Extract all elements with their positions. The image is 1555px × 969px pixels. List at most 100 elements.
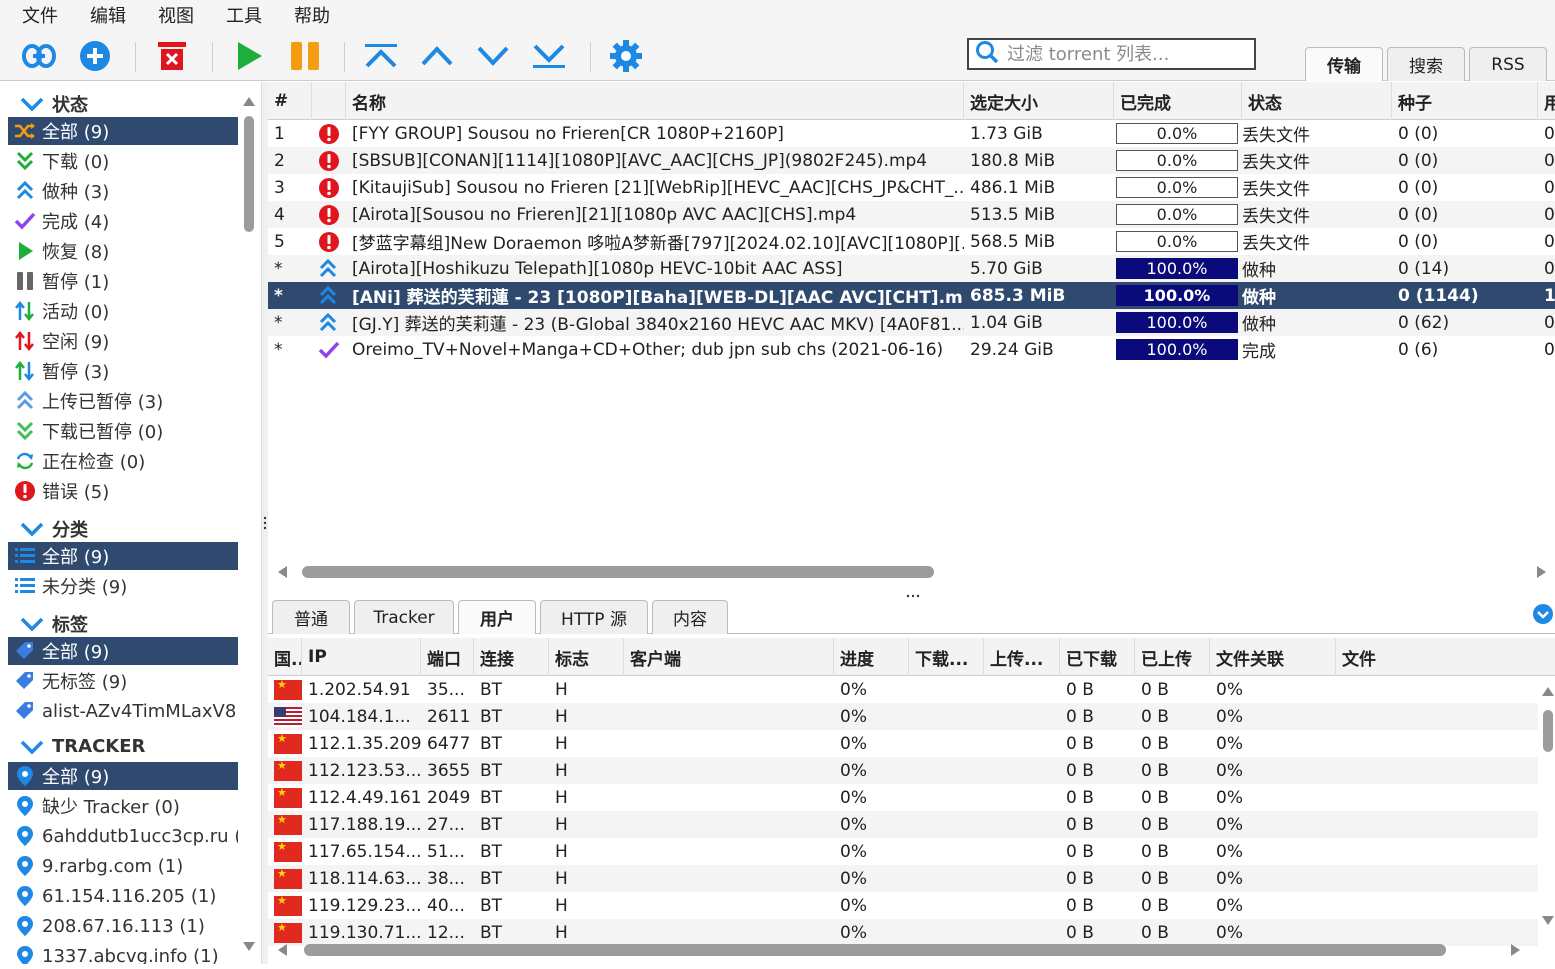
col-status-icon[interactable] [312,82,346,120]
sidebar-item-tracker[interactable]: 全部 (9) [8,762,238,790]
sidebar-item-status[interactable]: 活动 (0) [8,297,238,325]
tab-content[interactable]: 内容 [652,600,728,634]
scroll-thumb[interactable] [302,566,934,578]
col-port[interactable]: 端口 [421,638,474,676]
tab-trackers[interactable]: Tracker [354,600,454,634]
peer-row[interactable]: 1.202.54.91 35... BT H 0% 0 B 0 B 0% [268,676,1538,703]
scroll-thumb[interactable] [304,944,1446,956]
peer-row[interactable]: 117.188.19... 27... BT H 0% 0 B 0 B 0% [268,811,1538,838]
torrent-row[interactable]: 5 [梦蓝字幕组]New Doraemon 哆啦A梦新番[797][2024.02… [268,228,1555,255]
tab-http-sources[interactable]: HTTP 源 [540,600,648,634]
menu-tools[interactable]: 工具 [226,2,262,28]
section-category[interactable]: 分类 [20,516,88,542]
peer-row[interactable]: 112.123.53... 3655 BT H 0% 0 B 0 B 0% [268,757,1538,784]
torrent-row[interactable]: 3 [KitaujiSub] Sousou no Frieren [21][Web… [268,174,1555,201]
tab-search[interactable]: 搜索 [1387,47,1465,81]
collapse-panel-icon[interactable] [1532,603,1554,625]
sidebar-item-category[interactable]: 全部 (9) [8,542,238,570]
sidebar-item-status[interactable]: 正在检查 (0) [8,447,238,475]
move-top-icon[interactable] [363,38,399,74]
torrent-row[interactable]: * [GJ.Y] 葬送的芙莉蓮 - 23 (B-Global 3840x2160 … [268,309,1555,336]
sidebar-item-category[interactable]: 未分类 (9) [8,572,238,600]
col-extra[interactable]: 用 [1538,82,1555,120]
peer-row[interactable]: 112.1.35.209 6477 BT H 0% 0 B 0 B 0% [268,730,1538,757]
menu-file[interactable]: 文件 [22,2,58,28]
col-files[interactable]: 文件 [1336,638,1555,676]
sidebar-item-status[interactable]: 暂停 (1) [8,267,238,295]
col-name[interactable]: 名称 [346,82,964,120]
settings-icon[interactable] [608,38,644,74]
col-flags[interactable]: 标志 [549,638,624,676]
sidebar-item-status[interactable]: 空闲 (9) [8,327,238,355]
col-progress[interactable]: 已完成 [1114,82,1242,120]
col-relevance[interactable]: 文件关联 [1210,638,1336,676]
sidebar-item-status[interactable]: 恢复 (8) [8,237,238,265]
col-downloaded[interactable]: 已下载 [1060,638,1135,676]
pause-icon[interactable] [287,38,323,74]
add-torrent-icon[interactable] [77,38,113,74]
col-client[interactable]: 客户端 [624,638,834,676]
sidebar-item-tag[interactable]: alist-AZv4TimMLaxV8... [8,697,238,725]
move-down-icon[interactable] [475,38,511,74]
sidebar-item-tracker[interactable]: 缺少 Tracker (0) [8,792,238,820]
torrent-row[interactable]: 1 [FYY GROUP] Sousou no Frieren[CR 1080P+… [268,120,1555,147]
peer-row[interactable]: 104.184.1... 2611 BT H 0% 0 B 0 B 0% [268,703,1538,730]
resume-icon[interactable] [231,38,267,74]
menu-view[interactable]: 视图 [158,2,194,28]
col-connection[interactable]: 连接 [474,638,549,676]
col-up-speed[interactable]: 上传... [984,638,1060,676]
search-input[interactable] [1007,43,1247,65]
sidebar-item-tag[interactable]: 全部 (9) [8,637,238,665]
tab-peers[interactable]: 用户 [458,600,536,634]
delete-icon[interactable] [154,38,190,74]
sidebar-item-tracker[interactable]: 61.154.116.205 (1) [8,882,238,910]
move-up-icon[interactable] [419,38,455,74]
torrent-row[interactable]: * [Airota][Hoshikuzu Telepath][1080p HEVC… [268,255,1555,282]
peer-row[interactable]: 119.129.23... 40... BT H 0% 0 B 0 B 0% [268,892,1538,919]
col-peer-progress[interactable]: 进度 [834,638,909,676]
sidebar-item-status[interactable]: 错误 (5) [8,477,238,505]
tab-general[interactable]: 普通 [272,600,350,634]
col-num[interactable]: # [268,82,312,120]
sidebar-item-status[interactable]: 上传已暂停 (3) [8,387,238,415]
peer-row[interactable]: 112.4.49.161 2049 BT H 0% 0 B 0 B 0% [268,784,1538,811]
sidebar-item-tracker[interactable]: 1337.abcvg.info (1) [8,942,238,964]
peer-hscrollbar[interactable] [276,942,1555,958]
col-uploaded[interactable]: 已上传 [1135,638,1210,676]
menu-help[interactable]: 帮助 [294,2,330,28]
peer-row[interactable]: 118.114.63... 38... BT H 0% 0 B 0 B 0% [268,865,1538,892]
section-status[interactable]: 状态 [20,91,88,117]
sidebar-item-status[interactable]: 暂停 (3) [8,357,238,385]
col-seeds[interactable]: 种子 [1392,82,1538,120]
col-state[interactable]: 状态 [1242,82,1392,120]
section-tags[interactable]: 标签 [20,611,88,637]
sidebar-scrollbar[interactable] [241,94,257,956]
menu-edit[interactable]: 编辑 [90,2,126,28]
torrent-row[interactable]: * Oreimo_TV+Novel+Manga+CD+Other; dub jpn… [268,336,1555,363]
section-tracker[interactable]: TRACKER [20,736,145,757]
col-down-speed[interactable]: 下载... [909,638,984,676]
sidebar-item-tracker[interactable]: 208.67.16.113 (1) [8,912,238,940]
sidebar-item-status[interactable]: 做种 (3) [8,177,238,205]
peer-vscrollbar[interactable] [1540,680,1555,938]
peer-row[interactable]: 117.65.154... 51... BT H 0% 0 B 0 B 0% [268,838,1538,865]
col-ip[interactable]: IP [302,638,421,676]
panel-splitter[interactable] [268,586,1555,598]
sidebar-item-tracker[interactable]: 9.rarbg.com (1) [8,852,238,880]
torrent-hscrollbar[interactable] [276,564,1555,580]
col-size[interactable]: 选定大小 [964,82,1114,120]
sidebar-item-status[interactable]: 下载 (0) [8,147,238,175]
tab-rss[interactable]: RSS [1469,47,1547,81]
torrent-row[interactable]: * [ANi] 葬送的芙莉蓮 - 23 [1080P][Baha][WEB-DL]… [268,282,1555,309]
move-bottom-icon[interactable] [531,38,567,74]
add-link-icon[interactable] [21,38,57,74]
tab-transfers[interactable]: 传输 [1305,47,1383,81]
sidebar-item-status[interactable]: 全部 (9) [8,117,238,145]
torrent-row[interactable]: 2 [SBSUB][CONAN][1114][1080P][AVC_AAC][CH… [268,147,1555,174]
sidebar-item-status[interactable]: 完成 (4) [8,207,238,235]
sidebar-item-status[interactable]: 下载已暂停 (0) [8,417,238,445]
filter-search-box[interactable] [967,38,1256,70]
col-country[interactable]: 国... [268,638,302,676]
sidebar-item-tag[interactable]: 无标签 (9) [8,667,238,695]
sidebar-item-tracker[interactable]: 6ahddutb1ucc3cp.ru (1) [8,822,238,850]
